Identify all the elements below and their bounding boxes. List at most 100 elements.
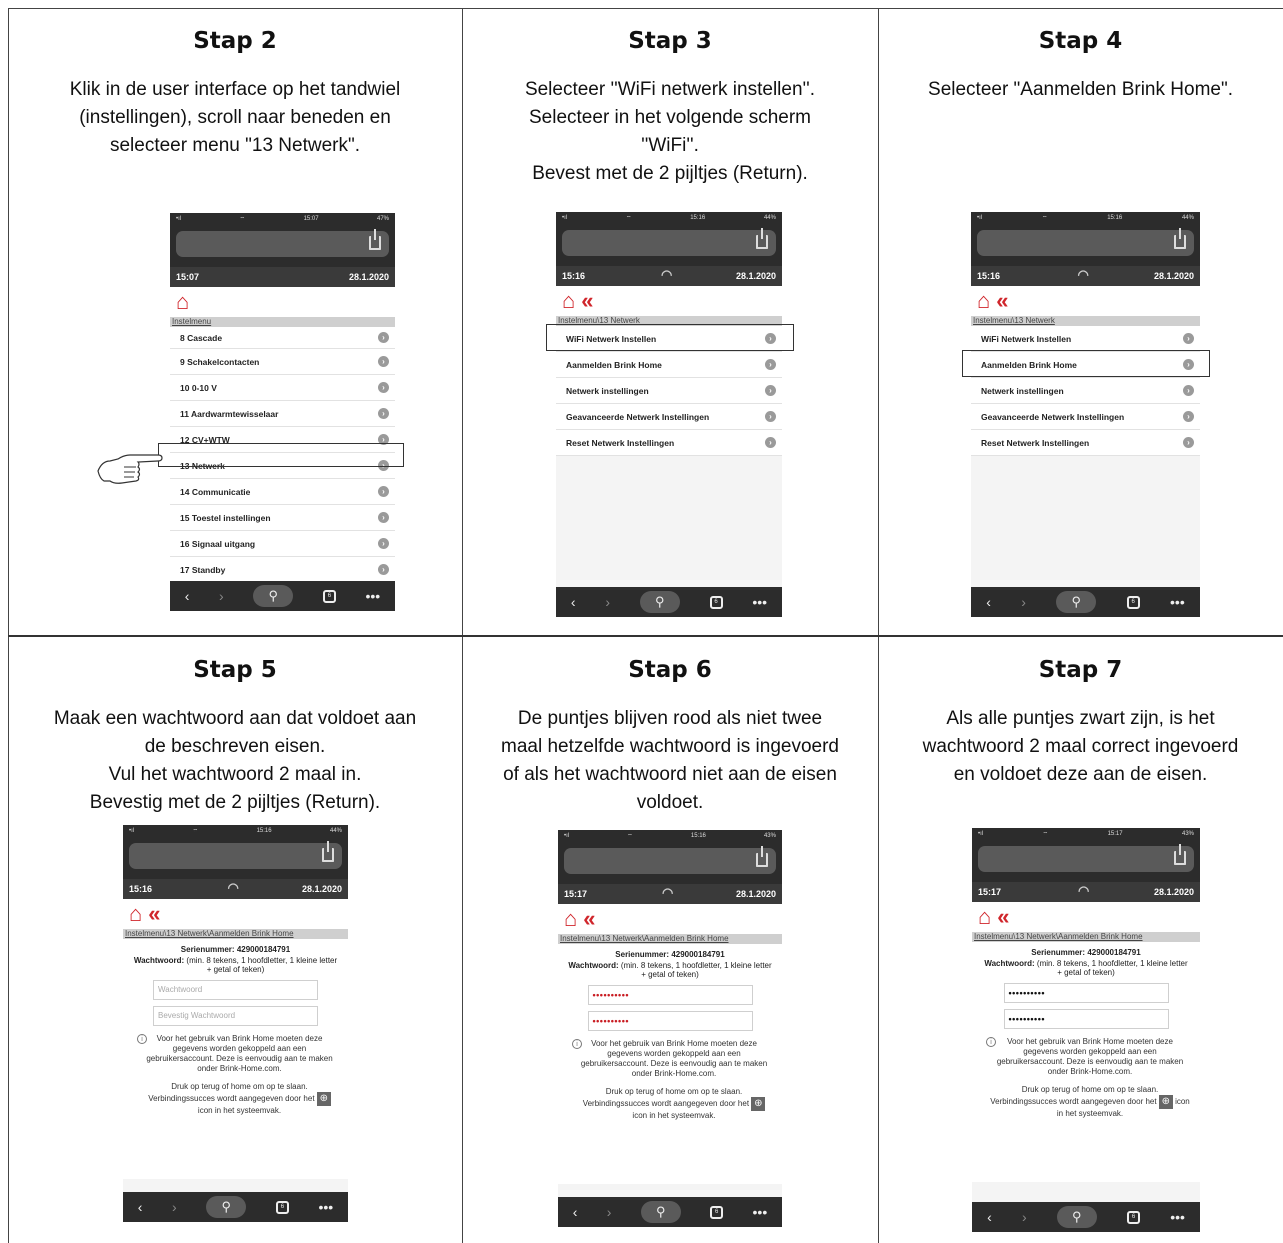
search-icon[interactable]: ⚲ xyxy=(1056,1206,1097,1228)
menu-item[interactable]: 15 Toestel instellingen › xyxy=(170,505,395,531)
save-hint: Druk op terug of home om op te slaan. Ve… xyxy=(133,1082,338,1116)
home-icon[interactable]: ⌂ xyxy=(562,288,575,314)
info-text: i Voor het gebruik van Brink Home moeten … xyxy=(568,1039,772,1079)
chevron-right-icon: › xyxy=(378,512,389,523)
menu-item[interactable]: Geavanceerde Netwerk Instellingen › xyxy=(556,404,782,430)
device-header: 15:17 ◠ 28.1.2020 xyxy=(972,882,1200,902)
password-field[interactable]: Wachtwoord xyxy=(153,980,318,1000)
double-chevron-left-icon[interactable]: « xyxy=(997,904,1009,930)
forward-icon[interactable]: › xyxy=(172,1199,177,1215)
tabs-icon[interactable]: 6 xyxy=(1126,595,1140,609)
tabs-icon[interactable]: 6 xyxy=(709,595,723,609)
back-icon[interactable]: ‹ xyxy=(986,594,991,610)
back-icon[interactable]: ‹ xyxy=(185,588,190,604)
share-icon[interactable] xyxy=(369,229,381,250)
more-icon[interactable]: ••• xyxy=(1170,594,1185,610)
chevron-right-icon: › xyxy=(378,538,389,549)
home-icon[interactable]: ⌂ xyxy=(176,289,189,315)
step-title: Stap 3 xyxy=(628,28,712,54)
globe-icon: ⊕ xyxy=(316,1092,331,1106)
browser-url-bar[interactable] xyxy=(972,840,1200,882)
menu-item[interactable]: WiFi Netwerk Instellen › xyxy=(971,326,1200,352)
double-chevron-left-icon[interactable]: « xyxy=(581,288,593,314)
wifi-icon: ◠ xyxy=(227,880,239,895)
menu-item[interactable]: 16 Signaal uitgang › xyxy=(170,531,395,557)
double-chevron-left-icon[interactable]: « xyxy=(996,288,1008,314)
status-bar: •ıl ⌔ 15:17 43% xyxy=(972,828,1200,840)
browser-url-bar[interactable] xyxy=(123,837,348,879)
password-field[interactable]: •••••••••• xyxy=(587,985,753,1005)
chevron-right-icon: › xyxy=(1183,411,1194,422)
confirm-password-field[interactable]: •••••••••• xyxy=(587,1011,753,1031)
browser-url-bar[interactable] xyxy=(558,842,782,884)
share-icon[interactable] xyxy=(756,228,768,249)
confirm-password-field[interactable]: Bevestig Wachtwoord xyxy=(153,1006,318,1026)
step-description: Klik in de user interface op het tandwie… xyxy=(69,79,401,156)
browser-url-bar[interactable] xyxy=(556,224,782,266)
search-icon[interactable]: ⚲ xyxy=(253,585,294,607)
menu-item[interactable]: 17 Standby › xyxy=(170,557,395,583)
tabs-icon[interactable]: 6 xyxy=(322,589,336,603)
share-icon[interactable] xyxy=(322,841,334,862)
home-icon[interactable]: ⌂ xyxy=(129,901,142,927)
more-icon[interactable]: ••• xyxy=(753,1204,768,1220)
search-icon[interactable]: ⚲ xyxy=(1056,591,1097,613)
more-icon[interactable]: ••• xyxy=(752,594,767,610)
chevron-right-icon: › xyxy=(765,437,776,448)
forward-icon[interactable]: › xyxy=(1022,1209,1027,1225)
double-chevron-left-icon[interactable]: « xyxy=(583,906,595,932)
more-icon[interactable]: ••• xyxy=(365,588,380,604)
double-chevron-left-icon[interactable]: « xyxy=(148,901,160,927)
password-field[interactable]: •••••••••• xyxy=(1003,983,1169,1003)
browser-toolbar: ‹ › ⚲ 6 ••• xyxy=(972,1202,1200,1232)
save-hint: Druk op terug of home om op te slaan. Ve… xyxy=(990,1085,1190,1118)
menu-item[interactable]: Geavanceerde Netwerk Instellingen › xyxy=(971,404,1200,430)
step-title: Stap 4 xyxy=(1038,28,1123,54)
tabs-icon[interactable]: 6 xyxy=(275,1200,289,1214)
more-icon[interactable]: ••• xyxy=(318,1199,333,1215)
forward-icon[interactable]: › xyxy=(1021,594,1026,610)
forward-icon[interactable]: › xyxy=(605,594,610,610)
device-header: 15:16 ◠ 28.1.2020 xyxy=(971,266,1200,286)
chevron-right-icon: › xyxy=(378,486,389,497)
menu-item[interactable]: Netwerk instellingen › xyxy=(971,378,1200,404)
menu-item[interactable]: Reset Netwerk Instellingen › xyxy=(971,430,1200,456)
search-icon[interactable]: ⚲ xyxy=(206,1196,247,1218)
info-icon: i xyxy=(572,1039,582,1049)
tabs-icon[interactable]: 6 xyxy=(1127,1210,1140,1224)
menu-item[interactable]: 14 Communicatie › xyxy=(170,479,395,505)
menu-item[interactable]: Reset Netwerk Instellingen › xyxy=(556,430,782,456)
search-icon[interactable]: ⚲ xyxy=(640,1201,681,1223)
share-icon[interactable] xyxy=(1174,844,1186,865)
home-icon[interactable]: ⌂ xyxy=(977,288,990,314)
menu-item[interactable]: 11 Aardwarmtewisselaar › xyxy=(170,401,395,427)
device-header: 15:07 28.1.2020 xyxy=(170,267,395,287)
back-icon[interactable]: ‹ xyxy=(987,1209,992,1225)
nav-bar: ⌂ « xyxy=(123,899,348,929)
back-icon[interactable]: ‹ xyxy=(571,594,576,610)
menu-item[interactable]: 10 0-10 V › xyxy=(170,375,395,401)
more-icon[interactable]: ••• xyxy=(1170,1209,1185,1225)
menu-item[interactable]: Aanmelden Brink Home › xyxy=(556,352,782,378)
menu-item[interactable]: 8 Cascade › xyxy=(170,327,395,349)
search-icon[interactable]: ⚲ xyxy=(639,591,680,613)
back-icon[interactable]: ‹ xyxy=(573,1204,578,1220)
chevron-right-icon: › xyxy=(378,332,389,343)
share-icon[interactable] xyxy=(1174,228,1186,249)
browser-url-bar[interactable] xyxy=(971,224,1200,266)
share-icon[interactable] xyxy=(756,846,768,867)
menu-item[interactable]: Netwerk instellingen › xyxy=(556,378,782,404)
chevron-right-icon: › xyxy=(1183,333,1194,344)
chevron-right-icon: › xyxy=(378,564,389,575)
home-icon[interactable]: ⌂ xyxy=(978,904,991,930)
password-rules: Wachtwoord: (min. 8 tekens, 1 hoofdlette… xyxy=(133,956,338,974)
forward-icon[interactable]: › xyxy=(607,1204,612,1220)
browser-url-bar[interactable] xyxy=(170,225,395,267)
tabs-icon[interactable]: 6 xyxy=(710,1205,724,1219)
back-icon[interactable]: ‹ xyxy=(138,1199,143,1215)
menu-item[interactable]: 9 Schakelcontacten › xyxy=(170,349,395,375)
breadcrumb: Instelmenu\13 Netwerk\Aanmelden Brink Ho… xyxy=(558,934,782,944)
confirm-password-field[interactable]: •••••••••• xyxy=(1003,1009,1169,1029)
forward-icon[interactable]: › xyxy=(219,588,224,604)
home-icon[interactable]: ⌂ xyxy=(564,906,577,932)
